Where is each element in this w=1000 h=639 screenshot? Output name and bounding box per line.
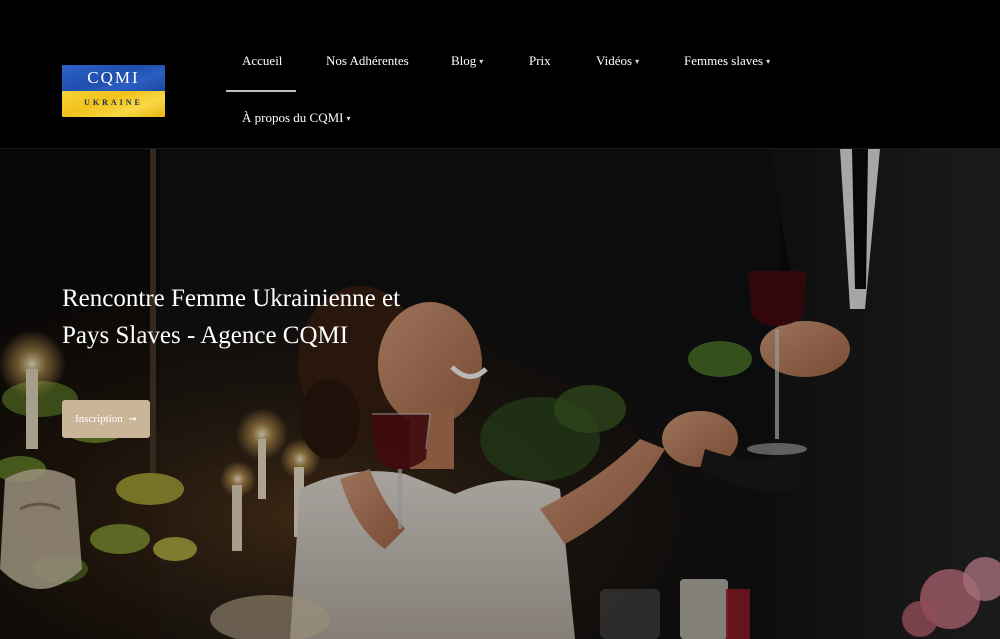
nav-item-nos-adherentes[interactable]: Nos Adhérentes [326,53,409,69]
logo-subtitle: UKRAINE [84,98,143,107]
inscription-button[interactable]: Inscription ➞ [62,400,150,438]
nav-item-femmes-slaves[interactable]: Femmes slaves ▾ [684,53,770,71]
nav-active-indicator [226,90,296,92]
chevron-down-icon: ▾ [635,57,640,66]
hero-title-line2: Pays Slaves - Agence CQMI [62,322,349,349]
site-header: CQMI UKRAINE Accueil Nos Adhérentes Blog… [0,0,1000,149]
hero-title: Rencontre Femme Ukrainienne et Pays Slav… [62,280,482,354]
nav-item-label: Prix [529,53,551,68]
inscription-button-label: Inscription [75,413,123,425]
page: CQMI UKRAINE Accueil Nos Adhérentes Blog… [0,0,1000,639]
hero-title-line1: Rencontre Femme Ukrainienne et [62,285,401,312]
chevron-down-icon: ▾ [479,57,484,66]
nav-item-label: À propos du CQMI [242,110,344,125]
nav-item-label: Vidéos [596,53,633,68]
nav-item-accueil[interactable]: Accueil [242,53,282,69]
chevron-down-icon: ▾ [766,57,771,66]
arrow-right-icon: ➞ [128,414,137,425]
site-logo[interactable]: CQMI UKRAINE [62,65,165,117]
hero-background-photo [0,149,1000,639]
nav-item-blog[interactable]: Blog ▾ [451,53,483,71]
logo-title: CQMI [87,68,140,87]
nav-item-label: Femmes slaves [684,53,764,68]
nav-item-a-propos[interactable]: À propos du CQMI ▾ [242,110,351,128]
chevron-down-icon: ▾ [346,114,351,123]
nav-item-videos[interactable]: Vidéos ▾ [596,53,639,71]
nav-item-label: Blog [451,53,477,68]
nav-item-label: Nos Adhérentes [326,53,409,68]
hero-banner: Rencontre Femme Ukrainienne et Pays Slav… [0,149,1000,639]
nav-item-prix[interactable]: Prix [529,53,551,69]
nav-item-label: Accueil [242,53,283,68]
